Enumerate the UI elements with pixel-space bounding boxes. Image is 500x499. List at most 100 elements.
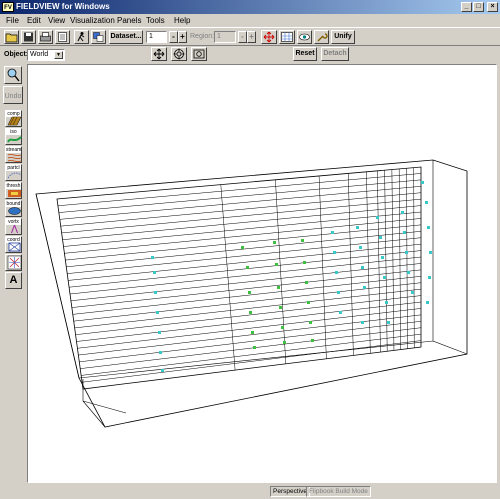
maximize-button[interactable]: □ xyxy=(473,2,484,12)
probe-point xyxy=(387,321,390,324)
menu-edit[interactable]: Edit xyxy=(27,14,41,27)
tool-iso-surface[interactable]: iso xyxy=(5,128,22,145)
tool-boundary[interactable]: bound xyxy=(5,200,22,217)
pick-button[interactable] xyxy=(4,66,22,84)
tool-threshold[interactable]: thresh xyxy=(5,182,22,199)
grid-line xyxy=(220,184,236,371)
detach-button[interactable]: Detach xyxy=(321,47,349,61)
menu-visualization-panels[interactable]: Visualization Panels xyxy=(70,14,141,27)
tool-annotation[interactable]: A xyxy=(5,272,22,289)
document-icon xyxy=(58,32,67,42)
probe-point xyxy=(279,306,282,309)
probe-point xyxy=(275,263,278,266)
probe-point xyxy=(381,256,384,259)
grid-line xyxy=(318,175,327,359)
dataset-increment-button[interactable]: + xyxy=(178,31,187,43)
unify-button[interactable]: Unify xyxy=(331,30,355,44)
tool-coordinate-surface[interactable]: coord xyxy=(5,236,22,253)
probe-point xyxy=(425,201,428,204)
zoom-mode-button[interactable] xyxy=(191,47,207,61)
iso-surface-icon xyxy=(7,136,22,143)
dataset-decrement-button[interactable]: - xyxy=(169,31,178,43)
region-increment-button[interactable]: + xyxy=(247,31,256,43)
region-decrement-button[interactable]: - xyxy=(238,31,247,43)
print-button[interactable] xyxy=(38,30,53,44)
vortex-icon xyxy=(11,224,18,234)
viewer-button[interactable] xyxy=(279,30,295,44)
probe-point xyxy=(158,331,161,334)
restart-button[interactable] xyxy=(91,30,106,44)
tool-point-probe[interactable] xyxy=(5,254,22,271)
tool-streamlines[interactable]: stream xyxy=(5,146,22,163)
close-button[interactable]: × xyxy=(487,2,498,12)
tool-palette: Undo comp iso stream partcl thresh bound… xyxy=(0,64,26,484)
menu-tools[interactable]: Tools xyxy=(146,14,165,27)
particle-paths-icon xyxy=(7,172,22,179)
transform-button[interactable] xyxy=(261,30,277,44)
probe-point xyxy=(337,291,340,294)
save-button[interactable] xyxy=(21,30,36,44)
probe-point xyxy=(383,276,386,279)
domain-back-edges xyxy=(35,160,468,379)
probe-point xyxy=(379,236,382,239)
streamlines-icon xyxy=(7,154,22,162)
floppy-disk-icon xyxy=(24,32,33,42)
tool-vortex[interactable]: vortx xyxy=(5,218,22,235)
session-button[interactable] xyxy=(55,30,70,44)
grid-plot-canvas[interactable] xyxy=(28,65,496,482)
probe-point xyxy=(376,216,379,219)
undo-button[interactable]: Undo xyxy=(3,86,23,104)
zoom-icon xyxy=(193,49,205,59)
tool-computational-surface[interactable]: comp xyxy=(5,110,22,127)
probe-point xyxy=(248,291,251,294)
menu-help[interactable]: Help xyxy=(174,14,190,27)
probe-point xyxy=(361,266,364,269)
translate-mode-button[interactable] xyxy=(151,47,167,61)
printer-icon xyxy=(40,32,51,42)
chevron-down-icon: ▼ xyxy=(54,51,63,59)
probe-point xyxy=(407,271,410,274)
menu-bar: File Edit View Visualization Panels Tool… xyxy=(0,14,500,27)
menu-file[interactable]: File xyxy=(6,14,19,27)
probe-point xyxy=(249,311,252,314)
tool-particles[interactable]: partcl xyxy=(5,164,22,181)
grid-viewer-icon xyxy=(281,32,293,42)
probe-point xyxy=(331,231,334,234)
probe-point xyxy=(154,291,157,294)
probe-point xyxy=(426,301,429,304)
probe-point xyxy=(283,341,286,344)
probe-point xyxy=(385,301,388,304)
boundary-surface-icon xyxy=(8,207,21,215)
probe-point xyxy=(156,311,159,314)
rotate-mode-button[interactable] xyxy=(171,47,187,61)
reset-button[interactable]: Reset xyxy=(293,47,317,61)
region-label: Region: xyxy=(190,33,215,40)
region-field[interactable]: 1 xyxy=(214,31,236,43)
probe-point xyxy=(403,231,406,234)
graphics-viewport[interactable] xyxy=(27,64,497,483)
probe-button[interactable] xyxy=(314,30,329,44)
probe-point xyxy=(277,286,280,289)
status-bar: Perspective Flipbook Build Mode xyxy=(0,485,500,499)
probe-point xyxy=(159,351,162,354)
probe-point xyxy=(428,276,431,279)
rotate-target-icon xyxy=(173,48,185,60)
dataset-field[interactable]: 1 xyxy=(146,31,167,43)
minimize-button[interactable]: _ xyxy=(461,2,472,12)
script-button[interactable] xyxy=(74,30,89,44)
object-bar: Object: World ▼ Reset Detach xyxy=(0,46,500,63)
grid-outline xyxy=(56,166,422,390)
probe-point xyxy=(356,226,359,229)
probe-point xyxy=(359,246,362,249)
dataset-button[interactable]: Dataset... xyxy=(109,30,143,44)
menu-view[interactable]: View xyxy=(48,14,65,27)
probe-point xyxy=(273,241,276,244)
object-select[interactable]: World ▼ xyxy=(27,49,65,61)
xyz-probe-icon xyxy=(7,255,22,270)
open-file-button[interactable] xyxy=(4,30,19,44)
probe-point xyxy=(311,339,314,342)
computational-surface-icon xyxy=(7,116,22,126)
probe-point xyxy=(301,239,304,242)
probe-point xyxy=(405,251,408,254)
view-button[interactable] xyxy=(297,30,312,44)
